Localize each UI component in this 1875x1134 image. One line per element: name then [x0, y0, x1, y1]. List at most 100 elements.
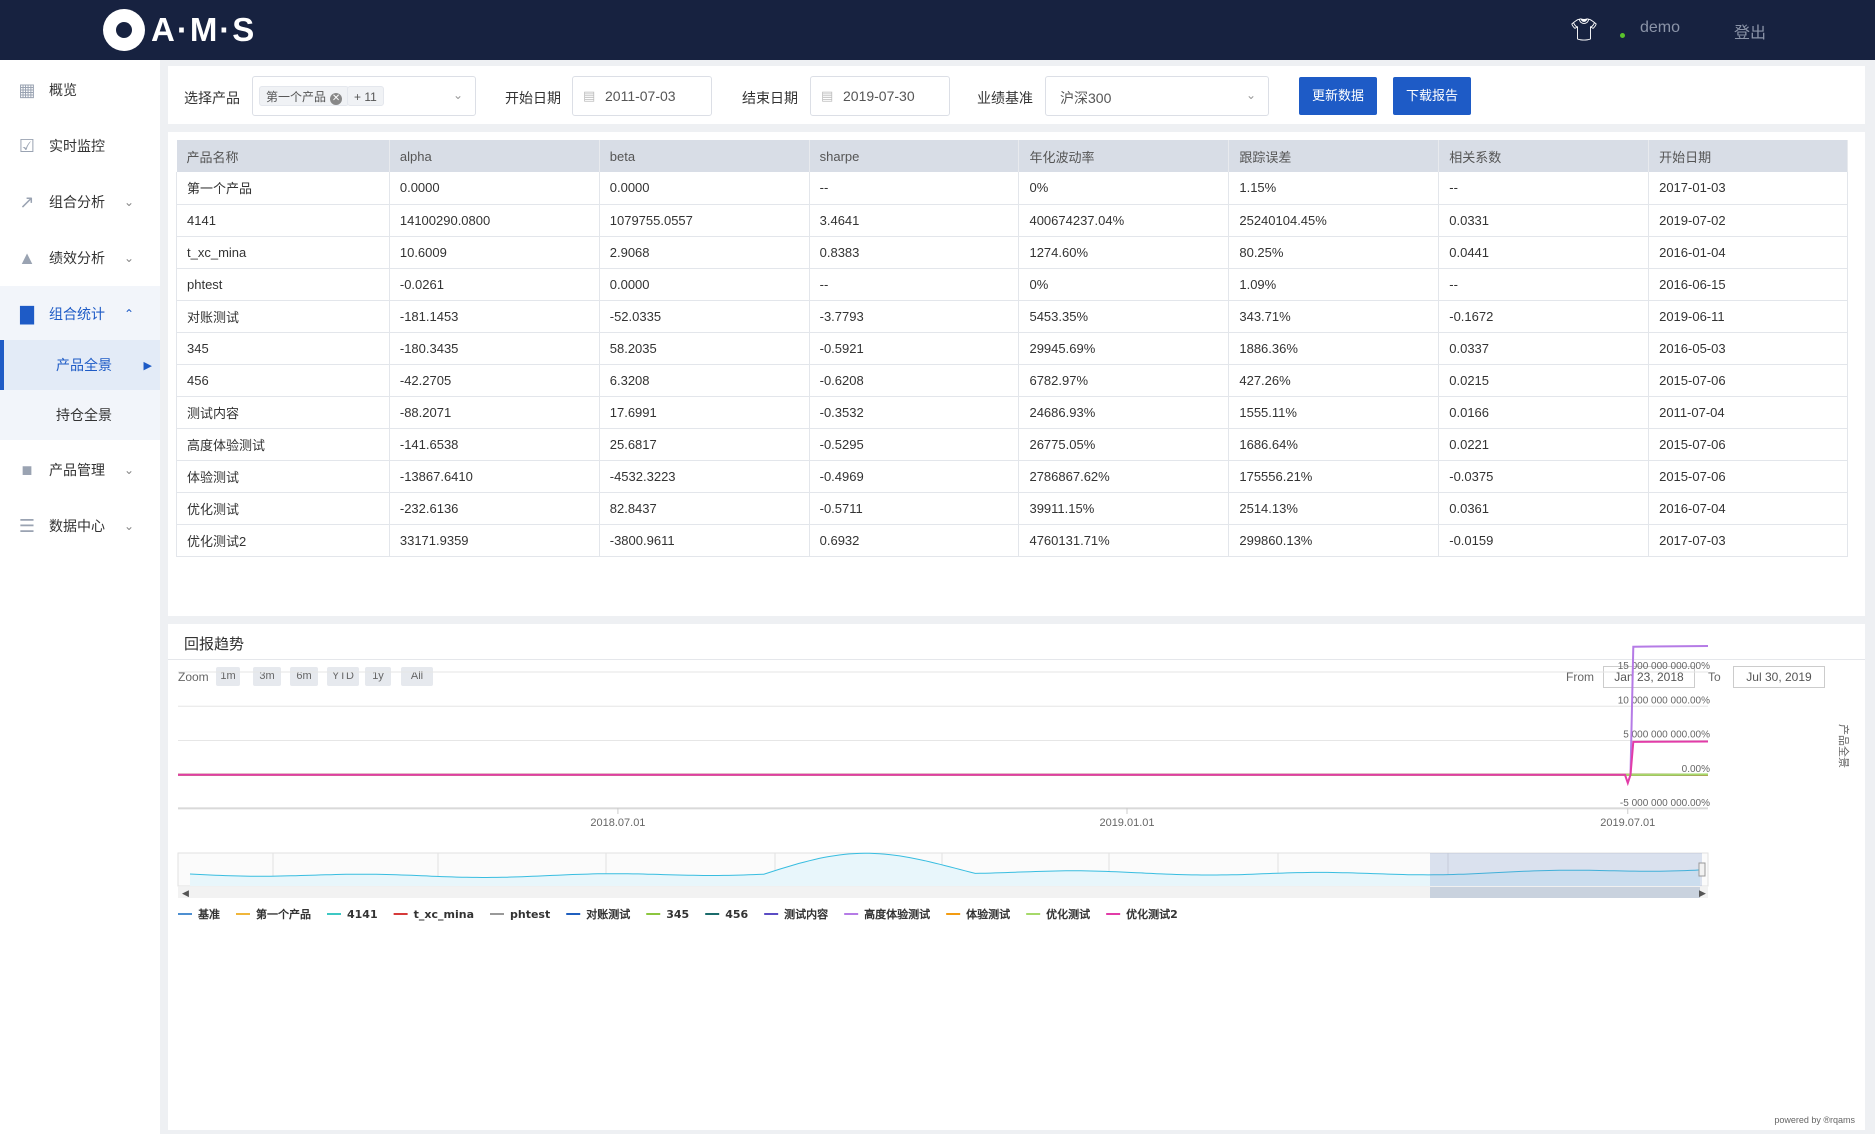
table-cell: 4141 [176, 204, 390, 237]
table-cell: 2016-06-15 [1648, 268, 1848, 301]
table-row[interactable]: 对账测试 -181.1453 -52.0335 -3.7793 5453.35% 343.… [176, 300, 1848, 333]
legend-item-1[interactable]: 基准 [197, 907, 220, 921]
table-cell: -0.5295 [809, 428, 1020, 461]
theme-shirt-icon[interactable]: 👕︎ [1570, 18, 1598, 42]
table-row[interactable]: t_xc_mina 10.6009 2.9068 0.8383 1274.60% 80.2… [176, 236, 1848, 269]
table-cell: 2017-07-03 [1648, 524, 1848, 557]
sidebar-subitem-holdings-overview[interactable]: 持仓全景 [0, 390, 160, 440]
legend-item-4[interactable]: t_xc_mina [414, 908, 474, 921]
legend-item-2[interactable]: 第一个产品 [256, 907, 311, 921]
sidebar-item-portfolio-stats[interactable]: ▇ 组合统计 ⌃ [0, 286, 160, 342]
return-trend-panel: 回报趋势 Zoom 1m 3m 6m YTD 1y All From Jan 2… [168, 624, 1865, 1130]
table-row[interactable]: 优化测试2 33171.9359 -3800.9611 0.6932 4760131.7… [176, 524, 1848, 557]
bar-chart-icon: ▇ [20, 304, 34, 324]
sidebar-item-performance[interactable]: ▲ 绩效分析 ⌄ [0, 230, 160, 286]
table-cell: -0.1672 [1438, 300, 1650, 333]
brand-name: A·M·S [151, 11, 257, 48]
legend-item-12[interactable]: 优化测试 [1046, 907, 1090, 921]
y-tick-label: 15 000 000 000.00% [1618, 661, 1710, 672]
table-cell: 优化测试 [176, 492, 390, 525]
legend-item-3[interactable]: 4141 [347, 908, 378, 921]
sidebar-subitem-product-overview[interactable]: 产品全景 ▶ [0, 340, 160, 390]
app-logo[interactable]: A·M·S [103, 7, 256, 53]
table-row[interactable]: 体验测试 -13867.6410 -4532.3223 -0.4969 2786867.… [176, 460, 1848, 493]
product-select[interactable]: 第一个产品 ✕ + 11 ⌄ [252, 76, 476, 116]
table-cell: -0.5711 [809, 492, 1020, 525]
table-cell: 5453.35% [1018, 300, 1230, 333]
table-cell: 400674237.04% [1018, 204, 1230, 237]
table-cell: t_xc_mina [176, 236, 390, 269]
dashboard-icon: ▦ [18, 80, 36, 100]
sidebar-item-overview[interactable]: ▦ 概览 [0, 62, 160, 118]
table-cell: 80.25% [1228, 236, 1440, 269]
calendar-icon: ▤ [583, 88, 596, 103]
legend-item-6[interactable]: 对账测试 [586, 907, 630, 921]
start-date-input[interactable]: ▤ 2011-07-03 [572, 76, 712, 116]
table-cell: 17.6991 [599, 396, 810, 429]
start-date-value: 2011-07-03 [605, 88, 676, 104]
legend-item-13[interactable]: 优化测试2 [1126, 907, 1178, 921]
column-header[interactable]: 跟踪误差 [1228, 140, 1440, 172]
table-cell: 29945.69% [1018, 332, 1230, 365]
legend-item-7[interactable]: 345 [666, 908, 689, 921]
sidebar-item-label: 概览 [49, 82, 77, 98]
sidebar-item-product-management[interactable]: ■ 产品管理 ⌄ [0, 442, 160, 498]
legend-item-11[interactable]: 体验测试 [966, 907, 1010, 921]
column-header[interactable]: sharpe [809, 140, 1020, 172]
sidebar-item-monitor[interactable]: ☑ 实时监控 [0, 118, 160, 174]
table-row[interactable]: 第一个产品 0.0000 0.0000 -- 0% 1.15% -- 2017-01-03 [176, 172, 1848, 205]
product-select-label: 选择产品 [184, 90, 240, 106]
legend-item-10[interactable]: 高度体验测试 [864, 907, 930, 921]
table-cell: phtest [176, 268, 390, 301]
legend-item-5[interactable]: phtest [510, 908, 550, 921]
table-cell: 1274.60% [1018, 236, 1230, 269]
table-cell: 58.2035 [599, 332, 810, 365]
table-cell: 0.0166 [1438, 396, 1650, 429]
table-cell: 1079755.0557 [599, 204, 810, 237]
column-header[interactable]: alpha [389, 140, 600, 172]
table-row[interactable]: 高度体验测试 -141.6538 25.6817 -0.5295 26775.05% 16… [176, 428, 1848, 461]
return-trend-chart[interactable]: -5 000 000 000.00% 0.00% 5 000 000 000.00%… [168, 624, 1865, 1130]
benchmark-value: 沪深300 [1060, 90, 1112, 106]
table-row[interactable]: 4141 14100290.0800 1079755.0557 3.4641 40067… [176, 204, 1848, 237]
legend-item-9[interactable]: 测试内容 [784, 907, 828, 921]
table-cell: 高度体验测试 [176, 428, 390, 461]
sidebar-item-label: 产品管理 [49, 462, 105, 478]
table-cell: 第一个产品 [176, 172, 390, 205]
sidebar-subitem-label: 持仓全景 [56, 407, 112, 423]
table-cell: -141.6538 [389, 428, 600, 461]
column-header[interactable]: 产品名称 [176, 140, 390, 172]
table-row[interactable]: 优化测试 -232.6136 82.8437 -0.5711 39911.15% 2514… [176, 492, 1848, 525]
update-data-button[interactable]: 更新数据 [1299, 77, 1377, 115]
table-cell: 0.0361 [1438, 492, 1650, 525]
column-header[interactable]: 年化波动率 [1018, 140, 1230, 172]
table-row[interactable]: 456 -42.2705 6.3208 -0.6208 6782.97% 427.26% 0… [176, 364, 1848, 397]
download-report-button[interactable]: 下载报告 [1393, 77, 1471, 115]
column-header[interactable]: 相关系数 [1438, 140, 1650, 172]
column-header[interactable]: 开始日期 [1648, 140, 1848, 172]
benchmark-select[interactable]: 沪深300 ⌄ [1045, 76, 1269, 116]
sidebar-item-label: 数据中心 [49, 518, 105, 534]
powered-by-credit: powered by ®rqams [1774, 1115, 1855, 1125]
table-row[interactable]: phtest -0.0261 0.0000 -- 0% 1.09% -- 2016-06-15 [176, 268, 1848, 301]
column-header[interactable]: beta [599, 140, 810, 172]
table-cell: -180.3435 [389, 332, 600, 365]
legend-item-8[interactable]: 456 [725, 908, 748, 921]
logout-link[interactable]: 登出 [1734, 19, 1766, 43]
table-cell: -88.2071 [389, 396, 600, 429]
user-name[interactable]: demo [1640, 19, 1680, 37]
sidebar-item-data-center[interactable]: ☰ 数据中心 ⌄ [0, 498, 160, 554]
table-cell: -0.6208 [809, 364, 1020, 397]
end-date-input[interactable]: ▤ 2019-07-30 [810, 76, 950, 116]
sidebar-item-portfolio-analysis[interactable]: ↗ 组合分析 ⌄ [0, 174, 160, 230]
table-row[interactable]: 测试内容 -88.2071 17.6991 -0.3532 24686.93% 1555.… [176, 396, 1848, 429]
table-cell: 343.71% [1228, 300, 1440, 333]
table-cell: -13867.6410 [389, 460, 600, 493]
table-cell: 2017-01-03 [1648, 172, 1848, 205]
table-row[interactable]: 345 -180.3435 58.2035 -0.5921 29945.69% 1886.… [176, 332, 1848, 365]
table-cell: 0.0441 [1438, 236, 1650, 269]
tag-close-icon[interactable]: ✕ [330, 93, 343, 105]
chevron-down-icon: ⌄ [124, 463, 135, 477]
table-cell: 3.4641 [809, 204, 1020, 237]
sidebar-subitem-label: 产品全景 [56, 357, 112, 373]
